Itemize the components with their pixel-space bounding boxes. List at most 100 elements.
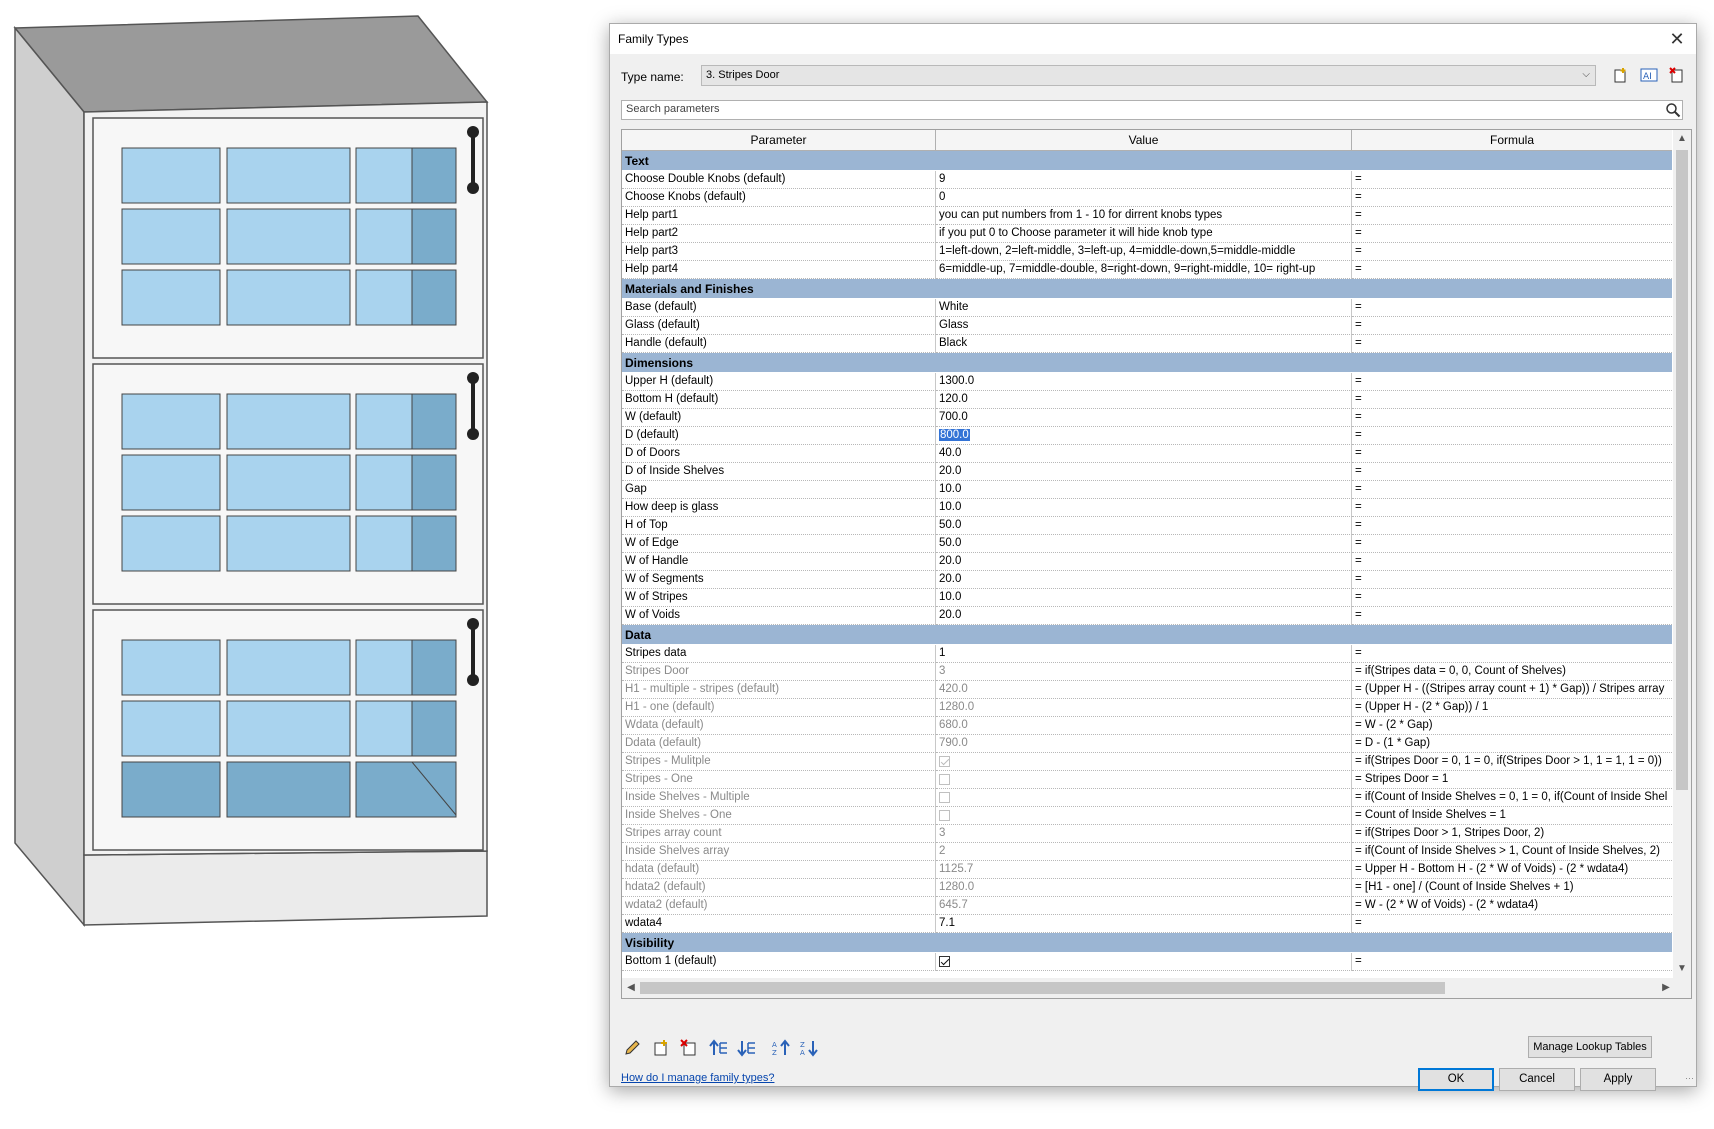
new-parameter-icon[interactable] [650, 1037, 672, 1059]
sort-descending-icon[interactable]: ZA [798, 1037, 820, 1059]
parameter-row[interactable]: D of Inside Shelves 20.0 = [622, 463, 1672, 481]
group-header[interactable]: Visibility [622, 933, 1672, 953]
resize-grip-icon[interactable]: ⋯ [1685, 1073, 1694, 1084]
parameter-row[interactable]: W of Handle 20.0 = [622, 553, 1672, 571]
move-up-icon[interactable] [708, 1037, 730, 1059]
parameter-value[interactable]: 20.0 [936, 553, 1352, 571]
horizontal-scrollbar[interactable]: ◀ ▶ [622, 978, 1691, 998]
scroll-right-icon[interactable]: ▶ [1657, 979, 1675, 997]
parameter-row[interactable]: Stripes array count 3 = if(Stripes Door > … [622, 825, 1672, 843]
parameter-formula[interactable]: = (Upper H - (2 * Gap)) / 1 [1352, 699, 1672, 717]
delete-type-icon[interactable] [1667, 65, 1687, 85]
parameter-formula[interactable]: = Count of Inside Shelves = 1 [1352, 807, 1672, 825]
scroll-down-icon[interactable]: ▼ [1673, 960, 1691, 978]
parameter-value[interactable]: 40.0 [936, 445, 1352, 463]
type-name-dropdown[interactable]: 3. Stripes Door ⌵ [701, 65, 1596, 86]
close-button[interactable]: ✕ [1664, 27, 1690, 51]
parameter-formula[interactable]: = [1352, 335, 1672, 353]
parameter-row[interactable]: Inside Shelves - One = Count of Inside Sh… [622, 807, 1672, 825]
parameter-row[interactable]: Base (default) White = [622, 299, 1672, 317]
parameter-value[interactable] [936, 953, 1352, 971]
parameter-value[interactable]: if you put 0 to Choose parameter it will… [936, 225, 1352, 243]
parameter-row[interactable]: Choose Double Knobs (default) 9 = [622, 171, 1672, 189]
parameter-row[interactable]: hdata (default) 1125.7 = Upper H - Bottom … [622, 861, 1672, 879]
value-checkbox[interactable] [939, 956, 950, 967]
parameter-value[interactable]: 50.0 [936, 535, 1352, 553]
parameter-row[interactable]: W of Voids 20.0 = [622, 607, 1672, 625]
parameter-formula[interactable]: = [1352, 225, 1672, 243]
parameter-formula[interactable]: = if(Stripes Door = 0, 1 = 0, if(Stripes… [1352, 753, 1672, 771]
parameter-row[interactable]: Gap 10.0 = [622, 481, 1672, 499]
rename-type-icon[interactable]: AI [1639, 65, 1659, 85]
delete-parameter-icon[interactable] [678, 1037, 700, 1059]
vertical-scroll-thumb[interactable] [1676, 150, 1688, 790]
parameter-formula[interactable]: = [1352, 915, 1672, 933]
parameter-row[interactable]: H1 - one (default) 1280.0 = (Upper H - (2 … [622, 699, 1672, 717]
column-header-value[interactable]: Value [936, 130, 1352, 151]
parameter-value[interactable]: 6=middle-up, 7=middle-double, 8=right-do… [936, 261, 1352, 279]
parameter-formula[interactable]: = [1352, 243, 1672, 261]
parameter-row[interactable]: Stripes Door 3 = if(Stripes data = 0, 0, C… [622, 663, 1672, 681]
parameter-value[interactable]: Black [936, 335, 1352, 353]
parameter-formula[interactable]: = [1352, 445, 1672, 463]
parameter-formula[interactable]: = [1352, 391, 1672, 409]
parameter-formula[interactable]: = [1352, 481, 1672, 499]
parameter-row[interactable]: hdata2 (default) 1280.0 = [H1 - one] / (Co… [622, 879, 1672, 897]
parameter-formula[interactable]: = [1352, 207, 1672, 225]
parameter-value[interactable]: 9 [936, 171, 1352, 189]
parameter-value[interactable]: 800.0 [936, 427, 1352, 445]
parameter-value[interactable]: 10.0 [936, 589, 1352, 607]
parameter-value[interactable]: 20.0 [936, 607, 1352, 625]
sort-ascending-icon[interactable]: AZ [770, 1037, 792, 1059]
parameter-value[interactable]: 7.1 [936, 915, 1352, 933]
parameter-row[interactable]: W (default) 700.0 = [622, 409, 1672, 427]
parameter-row[interactable]: Handle (default) Black = [622, 335, 1672, 353]
parameter-value[interactable]: 10.0 [936, 481, 1352, 499]
parameter-row[interactable]: Upper H (default) 1300.0 = [622, 373, 1672, 391]
group-header[interactable]: Data [622, 625, 1672, 645]
parameter-formula[interactable]: = [1352, 261, 1672, 279]
parameter-formula[interactable]: = [1352, 499, 1672, 517]
parameter-row[interactable]: D of Doors 40.0 = [622, 445, 1672, 463]
parameter-formula[interactable]: = if(Stripes Door > 1, Stripes Door, 2) [1352, 825, 1672, 843]
parameter-formula[interactable]: = Upper H - Bottom H - (2 * W of Voids) … [1352, 861, 1672, 879]
parameter-formula[interactable]: = [1352, 427, 1672, 445]
parameter-row[interactable]: Inside Shelves array 2 = if(Count of Insid… [622, 843, 1672, 861]
scroll-left-icon[interactable]: ◀ [622, 979, 640, 997]
pencil-icon[interactable] [621, 1037, 643, 1059]
help-link[interactable]: How do I manage family types? [621, 1072, 774, 1084]
group-header[interactable]: Materials and Finishes [622, 279, 1672, 299]
parameter-row[interactable]: H1 - multiple - stripes (default) 420.0 = … [622, 681, 1672, 699]
parameter-formula[interactable]: = if(Stripes data = 0, 0, Count of Shelv… [1352, 663, 1672, 681]
parameter-value[interactable]: Glass [936, 317, 1352, 335]
apply-button[interactable]: Apply [1580, 1068, 1656, 1091]
parameter-value[interactable]: 0 [936, 189, 1352, 207]
parameter-value[interactable]: 1 [936, 645, 1352, 663]
parameter-value[interactable]: 1300.0 [936, 373, 1352, 391]
parameter-row[interactable]: Bottom 1 (default) = [622, 953, 1672, 971]
parameter-formula[interactable]: = W - (2 * W of Voids) - (2 * wdata4) [1352, 897, 1672, 915]
parameter-formula[interactable]: = [1352, 299, 1672, 317]
parameter-value[interactable]: 10.0 [936, 499, 1352, 517]
vertical-scrollbar[interactable]: ▲ ▼ [1673, 130, 1691, 978]
group-header[interactable]: Dimensions [622, 353, 1672, 373]
parameter-formula[interactable]: = if(Count of Inside Shelves = 0, 1 = 0,… [1352, 789, 1672, 807]
parameter-formula[interactable]: = [1352, 953, 1672, 971]
manage-lookup-tables-button[interactable]: Manage Lookup Tables [1528, 1036, 1652, 1058]
parameter-row[interactable]: Bottom H (default) 120.0 = [622, 391, 1672, 409]
parameter-formula[interactable]: = [1352, 409, 1672, 427]
parameter-formula[interactable]: = [1352, 463, 1672, 481]
search-input[interactable]: Search parameters [621, 100, 1683, 120]
new-type-icon[interactable] [1611, 65, 1631, 85]
parameter-formula[interactable]: = [1352, 607, 1672, 625]
parameter-row[interactable]: Inside Shelves - Multiple = if(Count of I… [622, 789, 1672, 807]
parameter-row[interactable]: wdata4 7.1 = [622, 915, 1672, 933]
parameter-formula[interactable]: = [1352, 571, 1672, 589]
horizontal-scroll-thumb[interactable] [640, 982, 1445, 994]
parameter-value[interactable]: you can put numbers from 1 - 10 for dirr… [936, 207, 1352, 225]
parameter-value[interactable]: 1=left-down, 2=left-middle, 3=left-up, 4… [936, 243, 1352, 261]
parameter-row[interactable]: Glass (default) Glass = [622, 317, 1672, 335]
parameter-row[interactable]: W of Segments 20.0 = [622, 571, 1672, 589]
parameter-formula[interactable]: = [1352, 589, 1672, 607]
parameter-formula[interactable]: = [1352, 553, 1672, 571]
